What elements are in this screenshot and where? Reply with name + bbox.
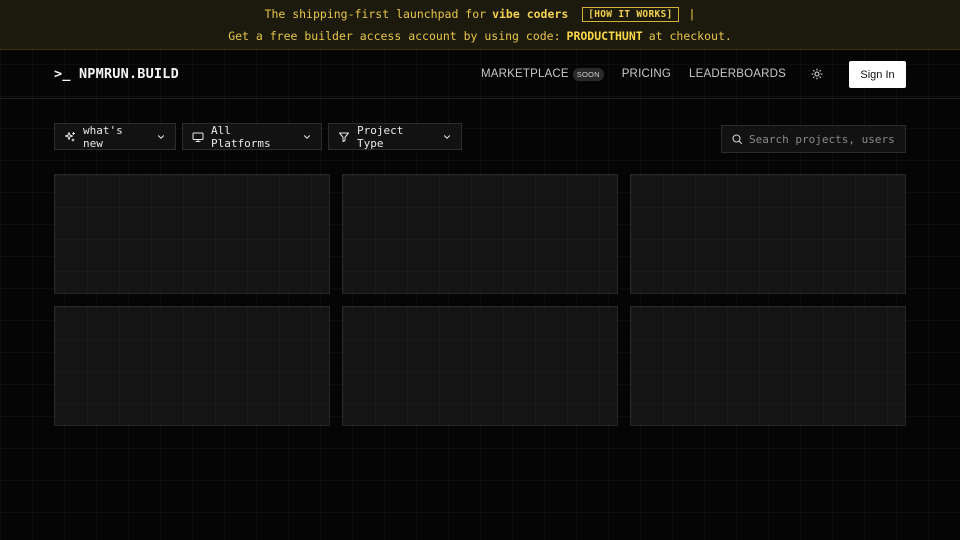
banner-line-2: Get a free builder access account by usi…	[0, 28, 960, 44]
how-it-works-link[interactable]: [HOW IT WORKS]	[582, 6, 679, 22]
sort-label: what's new	[83, 123, 123, 150]
chevron-down-icon	[302, 132, 312, 142]
platform-label: All Platforms	[211, 123, 271, 150]
project-card-skeleton	[630, 306, 906, 426]
project-type-label: Project Type	[357, 123, 404, 150]
main-nav: MARKETPLACE SOON PRICING LEADERBOARDS	[481, 66, 786, 82]
announcement-banner: The shipping-first launchpad for vibe co…	[0, 0, 960, 50]
search-input[interactable]	[749, 132, 896, 146]
project-card-skeleton	[342, 174, 618, 294]
banner-cursor: |	[688, 7, 696, 21]
project-card-skeleton	[54, 306, 330, 426]
platform-dropdown[interactable]: All Platforms	[182, 123, 322, 150]
chevron-down-icon	[156, 132, 166, 142]
project-card-skeleton	[342, 306, 618, 426]
banner-tagline: The shipping-first launchpad for	[264, 7, 487, 21]
banner-line-1: The shipping-first launchpad for vibe co…	[0, 6, 960, 22]
logo[interactable]: >_ NPMRUN.BUILD	[54, 66, 179, 84]
nav-marketplace-label: MARKETPLACE	[480, 68, 569, 80]
search-box[interactable]	[721, 125, 906, 153]
sun-icon	[811, 68, 823, 80]
promo-suffix: at checkout.	[648, 29, 732, 43]
promo-code: PRODUCTHUNT	[566, 29, 643, 43]
project-type-dropdown[interactable]: Project Type	[328, 123, 462, 150]
filter-icon	[338, 131, 350, 143]
sign-in-button[interactable]: Sign In	[849, 61, 906, 88]
soon-badge: SOON	[572, 67, 604, 81]
chevron-down-icon	[442, 132, 452, 142]
sparkles-icon	[64, 131, 76, 143]
nav-leaderboards[interactable]: LEADERBOARDS	[689, 68, 786, 80]
sort-dropdown[interactable]: what's new	[54, 123, 176, 150]
theme-toggle-button[interactable]	[809, 66, 825, 82]
nav-pricing[interactable]: PRICING	[622, 68, 671, 80]
promo-prefix: Get a free builder access account by usi…	[228, 29, 561, 43]
search-icon	[731, 133, 743, 145]
project-card-skeleton	[54, 174, 330, 294]
banner-highlight: vibe coders	[492, 7, 569, 21]
nav-marketplace[interactable]: MARKETPLACE SOON	[480, 67, 604, 81]
project-card-skeleton	[630, 174, 906, 294]
monitor-icon	[192, 131, 204, 143]
